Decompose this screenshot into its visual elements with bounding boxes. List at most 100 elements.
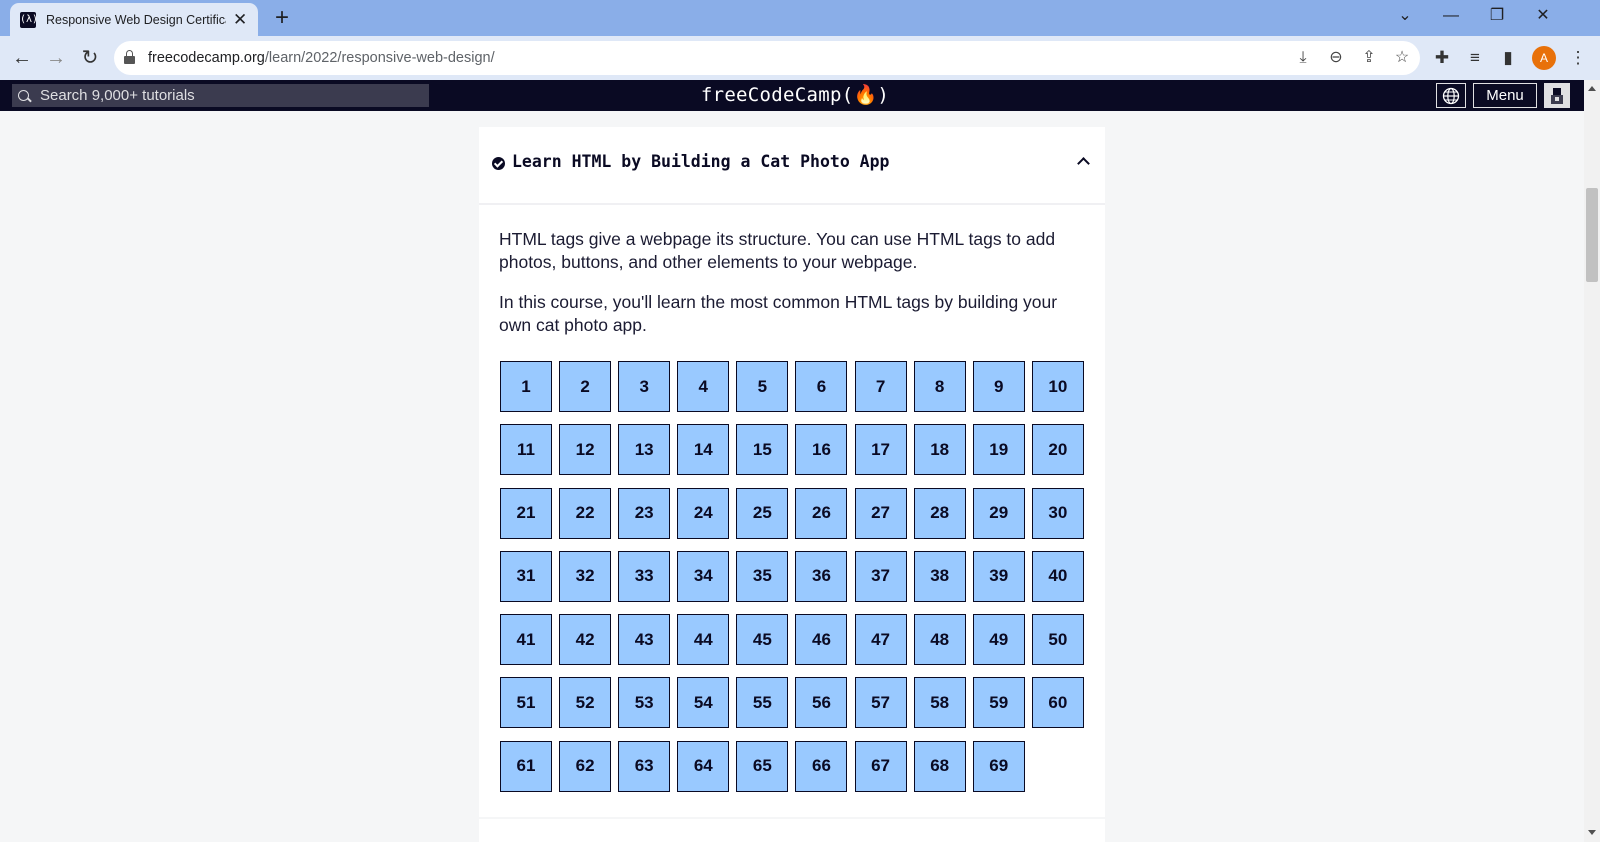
step-button-56[interactable]: 56 [795,677,848,729]
star-icon[interactable]: ☆ [1391,48,1413,68]
address-bar[interactable]: freecodecamp.org/learn/2022/responsive-w… [114,41,1420,75]
step-button-68[interactable]: 68 [913,740,966,792]
tab-search-chevron-icon[interactable]: ⌄ [1390,5,1420,27]
page-scrollbar[interactable] [1584,80,1600,842]
step-button-32[interactable]: 32 [559,550,612,602]
step-button-58[interactable]: 58 [913,677,966,729]
step-button-9[interactable]: 9 [972,361,1025,412]
fcc-logo[interactable]: freeCodeCamp(🔥) [700,82,890,108]
step-button-17[interactable]: 17 [854,424,907,476]
step-button-52[interactable]: 52 [559,677,612,729]
step-button-25[interactable]: 25 [736,487,789,539]
step-button-49[interactable]: 49 [972,614,1025,666]
search-input[interactable] [40,87,420,104]
sidepanel-icon[interactable]: ▮ [1496,46,1520,70]
step-button-20[interactable]: 20 [1031,424,1084,476]
step-button-39[interactable]: 39 [972,550,1025,602]
browser-tab[interactable]: (λ) Responsive Web Design Certification … [10,3,258,36]
step-button-65[interactable]: 65 [736,740,789,792]
scroll-up-arrow-icon[interactable] [1588,86,1596,91]
block-header[interactable]: Learn HTML by Building a Cat Photo App [479,127,1105,205]
extensions-icon[interactable]: ✚ [1430,46,1454,70]
profile-avatar[interactable]: A [1532,46,1556,70]
back-icon[interactable]: ← [8,44,36,72]
install-icon[interactable]: ⤓ [1292,48,1314,68]
profile-button[interactable] [1544,83,1570,108]
step-button-29[interactable]: 29 [972,487,1025,539]
step-button-41[interactable]: 41 [500,614,552,666]
minimize-window-button[interactable]: — [1436,5,1466,27]
step-button-64[interactable]: 64 [677,740,730,792]
step-button-30[interactable]: 30 [1031,487,1084,539]
block-title[interactable]: Learn HTML by Building a Cat Photo App [512,152,890,171]
kebab-menu-icon[interactable]: ⋮ [1566,46,1590,70]
step-button-24[interactable]: 24 [677,487,730,539]
forward-icon[interactable]: → [42,44,70,72]
step-button-38[interactable]: 38 [913,550,966,602]
step-button-27[interactable]: 27 [854,487,907,539]
step-button-6[interactable]: 6 [795,361,848,412]
step-button-13[interactable]: 13 [618,424,671,476]
step-button-43[interactable]: 43 [618,614,671,666]
scroll-thumb[interactable] [1586,188,1598,282]
step-button-34[interactable]: 34 [677,550,730,602]
step-button-36[interactable]: 36 [795,550,848,602]
lock-icon[interactable] [124,50,135,65]
step-button-54[interactable]: 54 [677,677,730,729]
step-button-3[interactable]: 3 [618,361,671,412]
chevron-up-icon[interactable] [1077,157,1090,170]
step-button-15[interactable]: 15 [736,424,789,476]
search-box[interactable] [12,84,429,107]
step-button-4[interactable]: 4 [677,361,730,412]
step-button-63[interactable]: 63 [618,740,671,792]
step-button-19[interactable]: 19 [972,424,1025,476]
step-button-37[interactable]: 37 [854,550,907,602]
step-button-48[interactable]: 48 [913,614,966,666]
step-button-69[interactable]: 69 [972,740,1025,792]
new-tab-button[interactable]: + [270,4,294,32]
share-icon[interactable]: ⇪ [1358,48,1380,68]
step-button-21[interactable]: 21 [500,487,552,539]
close-tab-icon[interactable]: ✕ [232,10,248,30]
step-button-31[interactable]: 31 [500,550,552,602]
step-button-40[interactable]: 40 [1031,550,1084,602]
step-button-2[interactable]: 2 [559,361,612,412]
url-text[interactable]: freecodecamp.org/learn/2022/responsive-w… [148,50,495,66]
step-button-10[interactable]: 10 [1031,361,1084,412]
step-button-61[interactable]: 61 [500,740,552,792]
step-button-62[interactable]: 62 [559,740,612,792]
step-button-50[interactable]: 50 [1031,614,1084,666]
reload-icon[interactable]: ↻ [76,44,104,72]
step-button-28[interactable]: 28 [913,487,966,539]
step-button-33[interactable]: 33 [618,550,671,602]
step-button-46[interactable]: 46 [795,614,848,666]
step-button-8[interactable]: 8 [913,361,966,412]
step-button-60[interactable]: 60 [1031,677,1084,729]
step-button-26[interactable]: 26 [795,487,848,539]
step-button-5[interactable]: 5 [736,361,789,412]
step-button-12[interactable]: 12 [559,424,612,476]
step-button-53[interactable]: 53 [618,677,671,729]
step-button-59[interactable]: 59 [972,677,1025,729]
step-button-45[interactable]: 45 [736,614,789,666]
step-button-16[interactable]: 16 [795,424,848,476]
step-button-66[interactable]: 66 [795,740,848,792]
step-button-14[interactable]: 14 [677,424,730,476]
zoom-icon[interactable]: ⊖ [1325,48,1347,68]
step-button-1[interactable]: 1 [500,361,552,412]
close-window-button[interactable]: ✕ [1528,5,1558,27]
step-button-57[interactable]: 57 [854,677,907,729]
step-button-11[interactable]: 11 [500,424,552,476]
media-icon[interactable]: ≡ [1463,46,1487,70]
step-button-42[interactable]: 42 [559,614,612,666]
step-button-18[interactable]: 18 [913,424,966,476]
step-button-7[interactable]: 7 [854,361,907,412]
step-button-55[interactable]: 55 [736,677,789,729]
step-button-47[interactable]: 47 [854,614,907,666]
step-button-51[interactable]: 51 [500,677,552,729]
menu-button[interactable]: Menu [1473,83,1537,108]
step-button-22[interactable]: 22 [559,487,612,539]
step-button-35[interactable]: 35 [736,550,789,602]
language-button[interactable] [1436,83,1466,108]
step-button-67[interactable]: 67 [854,740,907,792]
